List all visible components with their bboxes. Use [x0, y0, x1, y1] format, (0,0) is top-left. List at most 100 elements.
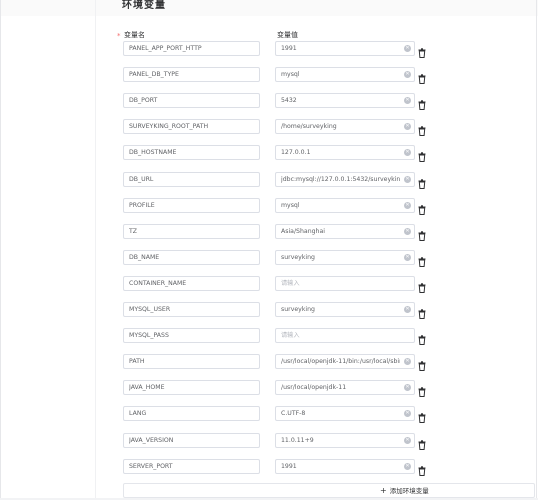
env-name-text: DB_HOSTNAME	[129, 149, 177, 156]
env-value-input[interactable]: mysql ✕	[275, 198, 415, 213]
env-name-text: MYSQL_USER	[129, 306, 171, 313]
env-value-text: 1991	[281, 463, 297, 470]
env-value-input[interactable]: surveyking ✕	[275, 302, 415, 317]
env-value-text: 11.0.11+9	[281, 437, 314, 444]
trash-icon[interactable]	[418, 252, 426, 267]
env-name-input[interactable]: DB_NAME	[123, 250, 260, 265]
env-name-input[interactable]: PROFILE	[123, 198, 260, 213]
circle-x-icon[interactable]: ✕	[404, 254, 411, 261]
env-var-row: DB_HOSTNAME 127.0.0.1 ✕	[0, 145, 538, 162]
env-value-input[interactable]: 请输入	[275, 276, 415, 291]
env-name-input[interactable]: PANEL_DB_TYPE	[123, 67, 260, 82]
circle-x-icon[interactable]: ✕	[404, 71, 411, 78]
env-name-text: SURVEYKING_ROOT_PATH	[129, 123, 209, 130]
env-name-input[interactable]: DB_URL	[123, 172, 260, 187]
env-name-text: PANEL_APP_PORT_HTTP	[129, 45, 202, 52]
env-name-text: DB_PORT	[129, 97, 158, 104]
env-value-text: mysql	[281, 202, 300, 209]
add-env-var-button[interactable]: + 添加环境变量	[123, 483, 535, 498]
env-name-input[interactable]: JAVA_HOME	[123, 380, 260, 395]
env-name-text: PANEL_DB_TYPE	[129, 71, 179, 78]
env-name-text: JAVA_VERSION	[129, 437, 174, 444]
env-value-input[interactable]: 1991 ✕	[275, 459, 415, 474]
env-value-text: 127.0.0.1	[281, 149, 311, 156]
env-var-row: JAVA_HOME/usr/local/openjdk-11 ✕	[0, 380, 538, 397]
env-name-input[interactable]: PANEL_APP_PORT_HTTP	[123, 41, 260, 56]
circle-x-icon[interactable]: ✕	[404, 306, 411, 313]
circle-x-icon[interactable]: ✕	[404, 123, 411, 130]
trash-icon[interactable]	[418, 147, 426, 162]
env-value-text: /usr/local/openjdk-11	[281, 384, 347, 391]
circle-x-icon[interactable]: ✕	[404, 437, 411, 444]
env-value-input[interactable]: 5432 ✕	[275, 93, 415, 108]
circle-x-icon[interactable]: ✕	[404, 358, 411, 365]
env-var-row: MYSQL_USER surveyking ✕	[0, 302, 538, 319]
env-name-input[interactable]: PATH	[123, 354, 260, 369]
env-value-input[interactable]: jdbc:mysql://127.0.0.1:5432/surveyking ✕	[275, 172, 415, 187]
env-var-row: PANEL_APP_PORT_HTTP 1991 ✕	[0, 41, 538, 58]
env-value-input[interactable]: /home/surveyking ✕	[275, 119, 415, 134]
trash-icon[interactable]	[418, 382, 426, 397]
env-value-input[interactable]: C.UTF-8 ✕	[275, 406, 415, 421]
env-name-text: MYSQL_PASS	[129, 332, 169, 339]
env-value-text: 5432	[281, 97, 297, 104]
env-value-input[interactable]: mysql ✕	[275, 67, 415, 82]
circle-x-icon[interactable]: ✕	[404, 97, 411, 104]
env-value-input[interactable]: /usr/local/openjdk-11 ✕	[275, 380, 415, 395]
trash-icon[interactable]	[418, 174, 426, 189]
env-var-row: DB_URL jdbc:mysql://127.0.0.1:5432/survey…	[0, 172, 538, 189]
trash-icon[interactable]	[418, 304, 426, 319]
trash-icon[interactable]	[418, 121, 426, 136]
env-value-input[interactable]: Asia/Shanghai ✕	[275, 224, 415, 239]
env-value-input[interactable]: /usr/local/openjdk-11/bin:/usr/local/sbi…	[275, 354, 415, 369]
trash-icon[interactable]	[418, 330, 426, 345]
circle-x-icon[interactable]: ✕	[404, 149, 411, 156]
env-name-input[interactable]: DB_PORT	[123, 93, 260, 108]
env-name-input[interactable]: DB_HOSTNAME	[123, 145, 260, 160]
env-name-input[interactable]: JAVA_VERSION	[123, 433, 260, 448]
circle-x-icon[interactable]: ✕	[404, 45, 411, 52]
circle-x-icon[interactable]: ✕	[404, 463, 411, 470]
env-name-input[interactable]: MYSQL_USER	[123, 302, 260, 317]
trash-icon[interactable]	[418, 226, 426, 241]
required-mark: *	[117, 32, 121, 40]
circle-x-icon[interactable]: ✕	[404, 384, 411, 391]
circle-x-icon[interactable]: ✕	[404, 228, 411, 235]
env-name-text: CONTAINER_NAME	[129, 280, 187, 287]
env-name-input[interactable]: TZ	[123, 224, 260, 239]
env-name-input[interactable]: CONTAINER_NAME	[123, 276, 260, 291]
column-header-name: 变量名	[124, 31, 145, 39]
env-value-input[interactable]: surveyking ✕	[275, 250, 415, 265]
env-value-input[interactable]: 127.0.0.1 ✕	[275, 145, 415, 160]
env-var-row: MYSQL_PASS 请输入	[0, 328, 538, 345]
trash-icon[interactable]	[418, 69, 426, 84]
trash-icon[interactable]	[418, 408, 426, 423]
trash-icon[interactable]	[418, 461, 426, 476]
trash-icon[interactable]	[418, 95, 426, 110]
env-name-text: LANG	[129, 410, 147, 417]
env-value-input[interactable]: 11.0.11+9 ✕	[275, 433, 415, 448]
env-name-input[interactable]: LANG	[123, 406, 260, 421]
env-var-row: JAVA_VERSION 11.0.11+9 ✕	[0, 433, 538, 450]
env-name-input[interactable]: SURVEYKING_ROOT_PATH	[123, 119, 260, 134]
env-name-text: JAVA_HOME	[129, 384, 165, 391]
env-name-text: SERVER_PORT	[129, 463, 173, 470]
trash-icon[interactable]	[418, 43, 426, 58]
env-value-placeholder: 请输入	[281, 280, 300, 287]
env-var-row: SURVEYKING_ROOT_PATH/home/surveyking ✕	[0, 119, 538, 136]
env-var-row: CONTAINER_NAME 请输入	[0, 276, 538, 293]
env-value-input[interactable]: 1991 ✕	[275, 41, 415, 56]
trash-icon[interactable]	[418, 356, 426, 371]
add-env-var-label: 添加环境变量	[389, 487, 429, 495]
trash-icon[interactable]	[418, 278, 426, 293]
env-name-input[interactable]: SERVER_PORT	[123, 459, 260, 474]
env-name-input[interactable]: MYSQL_PASS	[123, 328, 260, 343]
circle-x-icon[interactable]: ✕	[404, 202, 411, 209]
circle-x-icon[interactable]: ✕	[404, 176, 411, 183]
trash-icon[interactable]	[418, 200, 426, 215]
env-var-row: DB_PORT 5432 ✕	[0, 93, 538, 110]
circle-x-icon[interactable]: ✕	[404, 410, 411, 417]
env-value-input[interactable]: 请输入	[275, 328, 415, 343]
trash-icon[interactable]	[418, 435, 426, 450]
env-value-text: mysql	[281, 71, 300, 78]
